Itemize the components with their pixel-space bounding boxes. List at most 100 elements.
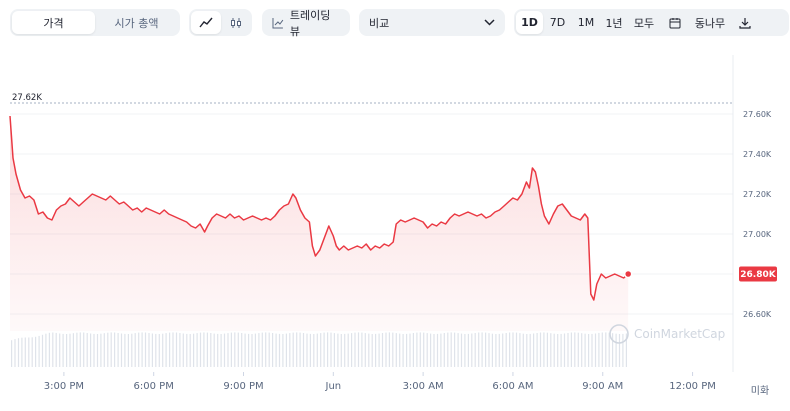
volume-bar: [392, 332, 394, 367]
volume-bar: [364, 333, 366, 367]
volume-bar: [375, 333, 377, 367]
volume-bar: [120, 333, 123, 367]
volume-bar: [21, 337, 23, 367]
volume-bar: [402, 334, 404, 367]
volume-bar: [254, 333, 256, 367]
volume-bar: [144, 332, 147, 367]
volume-bar: [234, 332, 236, 367]
current-price-label: 26.80K: [740, 270, 776, 280]
volume-bar: [368, 333, 370, 367]
volume-bar: [289, 333, 291, 367]
volume-bar: [309, 333, 311, 367]
y-tick-label: 27.40K: [743, 150, 772, 159]
volume-bar: [337, 333, 339, 367]
volume-bar: [570, 332, 572, 367]
current-price-dot: [623, 269, 633, 279]
volume-bar: [31, 337, 33, 367]
volume-bar: [612, 333, 614, 367]
volume-bar: [409, 333, 411, 367]
volume-bar: [320, 333, 322, 367]
volume-bar: [38, 335, 40, 367]
volume-bar: [35, 336, 37, 367]
volume-bar: [594, 333, 597, 367]
volume-bar: [62, 333, 64, 367]
volume-bar: [261, 332, 263, 367]
volume-bar: [591, 333, 593, 367]
volume-bar: [488, 333, 490, 367]
volume-bar: [151, 333, 153, 367]
volume-bar: [622, 333, 624, 367]
volume-bar: [423, 332, 425, 367]
volume-bar: [162, 333, 164, 367]
volume-bar: [193, 333, 195, 367]
volume-bar: [440, 333, 442, 367]
volume-bar: [265, 332, 267, 367]
volume-bar: [426, 333, 428, 367]
volume-bar: [292, 332, 294, 367]
volume-bar: [553, 333, 555, 367]
x-tick-label: 3:00 PM: [44, 381, 84, 392]
volume-bar: [416, 332, 418, 367]
volume-bar: [529, 333, 531, 367]
x-tick-label: 9:00 PM: [223, 381, 263, 392]
volume-bar: [577, 332, 579, 367]
volume-bar: [546, 332, 548, 367]
volume-bar: [371, 334, 373, 367]
y-tick-label: 26.60K: [743, 310, 772, 319]
volume-bar: [454, 332, 456, 367]
volume-bar: [220, 334, 222, 367]
volume-bar: [560, 333, 562, 367]
current-price-badge: 26.80K: [739, 266, 777, 282]
volume-bar: [563, 333, 566, 367]
volume-bar: [412, 333, 414, 367]
volume-bar: [134, 333, 136, 367]
volume-bar: [158, 334, 160, 367]
volume-bar: [227, 333, 229, 367]
volume-bar: [69, 333, 71, 367]
volume-bar: [509, 332, 511, 367]
volume-bar: [72, 333, 74, 367]
volume-bar: [478, 332, 480, 367]
volume-bar: [76, 332, 78, 367]
watermark-text: CoinMarketCap: [634, 327, 725, 341]
volume-bar: [182, 333, 184, 367]
volume-bar: [86, 333, 88, 367]
volume-bar: [485, 332, 487, 367]
volume-bar: [522, 333, 524, 367]
volume-bar: [601, 332, 603, 367]
volume-bar: [45, 333, 47, 367]
volume-bar: [103, 333, 105, 367]
volume-bar: [96, 334, 99, 367]
volume-bar: [296, 332, 298, 367]
volume-bar: [93, 333, 95, 367]
volume-bar: [83, 332, 85, 367]
volume-bar: [395, 333, 397, 367]
volume-bar: [347, 333, 349, 367]
volume-bar: [433, 334, 435, 367]
volume-bar: [605, 332, 607, 367]
volume-bar: [175, 332, 178, 367]
volume-bar: [155, 333, 157, 367]
y-axis-labels: 26.60K26.80K27.00K27.20K27.40K27.60K: [743, 110, 772, 319]
volume-bar: [189, 334, 191, 367]
volume-bar: [327, 332, 329, 367]
price-area-fill: [10, 116, 629, 331]
volume-bar: [48, 332, 50, 367]
volume-bar: [447, 332, 449, 367]
price-chart: CoinMarketCap 26.60K 26.80K 27.00K 27.20K 27…: [9, 55, 777, 397]
y-tick-label: 27.20K: [743, 190, 772, 199]
volume-bar: [457, 333, 459, 367]
volume-bar: [323, 332, 325, 367]
volume-bar: [179, 333, 181, 367]
volume-bar: [505, 333, 507, 367]
volume-bar: [419, 332, 421, 367]
volume-bar: [333, 333, 335, 367]
y-tick-label: 27.00K: [743, 230, 772, 239]
volume-bar: [14, 339, 16, 367]
volume-bar: [237, 332, 239, 367]
volume-bar: [141, 332, 143, 367]
volume-bar: [306, 333, 308, 367]
volume-bar: [340, 334, 342, 367]
volume-bar: [491, 333, 493, 367]
volume-bar: [199, 332, 202, 367]
